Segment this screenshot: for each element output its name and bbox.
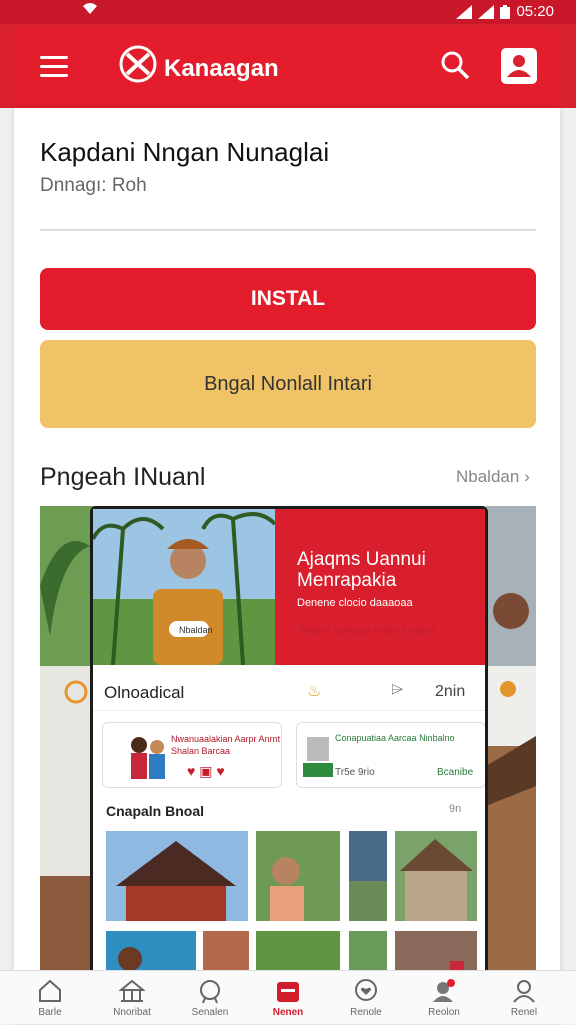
status-time: 05:20 — [516, 3, 554, 20]
notification-icon — [433, 979, 455, 1002]
phone-card-1: Nwanuaalakian Aarpr Anrnt Shalan Barcaa … — [102, 722, 282, 788]
phone-card-2: Conapuatiaa Aarcaa Ninbalno Tr5e 9rio Bc… — [296, 722, 485, 788]
phone-banner-title: Ajaqms Uannui Menrapakia — [297, 549, 426, 591]
phone-row-label: Olnoadical — [104, 683, 185, 702]
share-icon: ⌲ — [391, 681, 404, 698]
gallery-title: Pngeah INuanl — [40, 463, 206, 491]
phone-banner-subtext: Mape poiooo nuinol otitoil — [301, 623, 438, 637]
nav-home[interactable]: Barle — [14, 971, 86, 1025]
nav-label: Nenen — [272, 1007, 304, 1018]
phone-banner-title-line2: Menrapakia — [297, 570, 397, 591]
phone-banner-title-line1: Ajaqms Uannui — [297, 549, 426, 570]
profile-icon — [513, 980, 535, 1003]
building-illustration — [303, 737, 333, 777]
menu-icon[interactable] — [40, 56, 68, 78]
phone-info-row: Olnoadical ♨ ⌲ 2nin — [93, 673, 485, 711]
grid-photo-house — [106, 831, 248, 921]
wifi-icon — [82, 2, 98, 19]
main-content: Kapdani Nngan Nunaglai Dnnagı: Roh INSTA… — [14, 108, 560, 1024]
page-title: Kapdani Nngan Nunaglai — [40, 137, 330, 167]
phone-card-1-title: Nwanuaalakian Aarpr Anrnt Shalan Barcaa — [171, 734, 281, 756]
phone-screen: Nbaldan ▾ ◢ ◆ ▮ Ajaqms Uannui Menrapakia… — [93, 509, 485, 1016]
photo-chip: Nbaldan — [179, 625, 213, 635]
search-icon[interactable] — [438, 48, 472, 82]
gallery-link-label: Nbaldan — [456, 467, 520, 486]
user-icon — [507, 55, 531, 77]
nav-temple[interactable]: Nnoribat — [96, 971, 168, 1025]
badge-icon — [200, 980, 220, 1004]
status-bar: 05:20 — [0, 0, 576, 24]
fire-icon: ♨ — [307, 683, 322, 700]
phone-banner: ▾ ◢ ◆ ▮ Ajaqms Uannui Menrapakia Denene … — [275, 509, 485, 665]
grid-photo-person — [256, 831, 340, 921]
calendar-icon — [277, 982, 299, 1002]
profile-button[interactable] — [501, 48, 537, 84]
page-subtitle: Dnnagı: Roh — [40, 175, 147, 196]
phone-screenshot: Nbaldan ▾ ◢ ◆ ▮ Ajaqms Uannui Menrapakia… — [90, 506, 488, 1016]
signal-icon — [456, 4, 473, 19]
heart-location-icon — [355, 979, 377, 1001]
grid-photo-village — [395, 831, 477, 921]
app-logo-icon — [119, 45, 157, 83]
nav-location[interactable]: Renole — [330, 971, 402, 1025]
phone-card-2-link: Bcanibe — [437, 767, 474, 778]
nav-notifications[interactable]: Reolon — [408, 971, 480, 1025]
app-name: Kanaagan — [164, 55, 279, 82]
chevron-right-icon: › — [524, 467, 530, 486]
nav-profile[interactable]: Renel — [488, 971, 560, 1025]
battery-icon — [500, 4, 511, 19]
phone-banner-meta: Denene clocio daaaoaa — [297, 597, 413, 609]
phone-row-time: 2nin — [435, 683, 466, 700]
divider — [40, 229, 536, 231]
phone-card-2-title: Conapuatiaa Aarcaa Ninbalno — [335, 733, 455, 743]
grid-photo-street — [349, 831, 387, 921]
nav-label: Reolon — [428, 1007, 460, 1018]
phone-section-title: Cnapaln Bnoal — [106, 803, 205, 819]
install-button[interactable]: INSTAL — [40, 268, 536, 330]
home-icon — [39, 979, 61, 1002]
nav-label: Nnoribat — [113, 1007, 151, 1018]
phone-card-2-meta: Tr5e 9rio — [335, 767, 375, 778]
temple-icon — [119, 979, 145, 1002]
screenshot-gallery[interactable]: Nbaldan ▾ ◢ ◆ ▮ Ajaqms Uannui Menrapakia… — [40, 506, 536, 1016]
nav-label: Senalen — [191, 1007, 229, 1018]
gallery-see-all-link[interactable]: Nbaldan › — [456, 467, 530, 487]
phone-section-link: 9n — [449, 803, 462, 815]
people-illustration — [131, 737, 165, 779]
bottom-nav: Barle Nnoribat Senalen Nenen Renole Reol… — [0, 970, 576, 1024]
nav-label: Renel — [510, 1007, 538, 1018]
app-header: Kanaagan — [0, 24, 576, 108]
hero-photo: Nbaldan — [93, 509, 275, 665]
nav-label: Barle — [38, 1007, 62, 1018]
secondary-button[interactable]: Bngal Nonlall Intari — [40, 340, 536, 428]
signal-icon-2 — [478, 4, 495, 19]
phone-card-1-icons: ♥ ▣ ♥ — [187, 763, 225, 779]
gallery-photo-right — [486, 506, 536, 1016]
nav-label: Renole — [350, 1007, 382, 1018]
nav-calendar[interactable]: Nenen — [252, 971, 324, 1025]
header-bar: Kanaagan — [14, 28, 560, 108]
nav-badge[interactable]: Senalen — [174, 971, 246, 1025]
